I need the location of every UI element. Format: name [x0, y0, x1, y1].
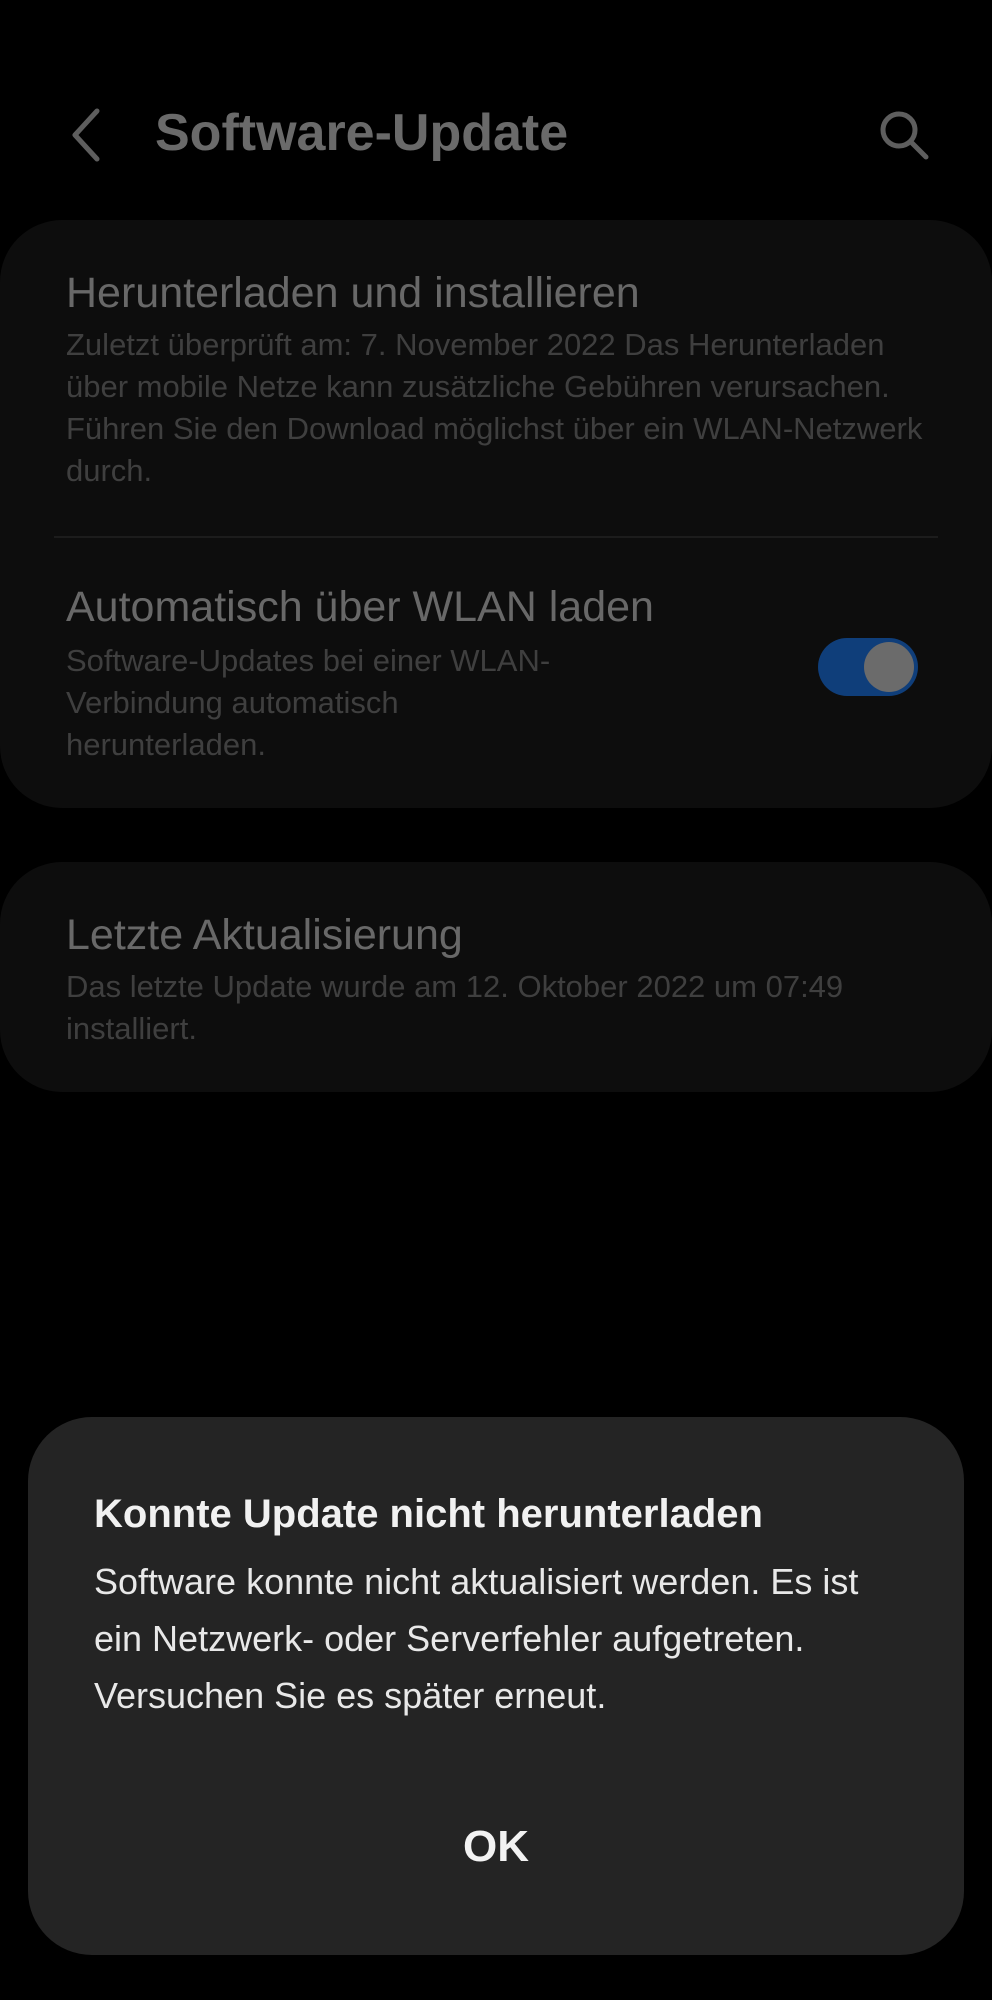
search-button[interactable] — [872, 100, 936, 170]
auto-wifi-toggle[interactable] — [818, 638, 918, 696]
search-icon — [880, 111, 929, 160]
auto-wifi-title: Automatisch über WLAN laden — [66, 583, 654, 631]
auto-wifi-subtitle: Software-Updates bei einer WLAN-Verbindu… — [66, 643, 551, 762]
download-install-subtitle: Zuletzt überprüft am: 7. November 2022 D… — [66, 327, 923, 488]
chevron-left-icon — [72, 108, 100, 162]
update-settings-card: Herunterladen und installieren Zuletzt ü… — [0, 220, 992, 808]
last-update-title: Letzte Aktualisierung — [66, 911, 463, 959]
ok-button[interactable]: OK — [346, 1797, 646, 1897]
page-title: Software-Update — [155, 104, 569, 162]
dialog-title: Konnte Update nicht herunterladen — [94, 1492, 763, 1536]
app-bar: Software-Update — [0, 90, 992, 180]
last-update-subtitle: Das letzte Update wurde am 12. Oktober 2… — [66, 969, 844, 1046]
software-update-screen: Software-Update Herunterladen und instal… — [0, 0, 992, 2000]
error-dialog: Konnte Update nicht herunterladen Softwa… — [28, 1417, 964, 1955]
download-install-title: Herunterladen und installieren — [66, 269, 640, 317]
back-button[interactable] — [58, 100, 114, 170]
dialog-message: Software konnte nicht aktualisiert werde… — [94, 1561, 859, 1716]
last-update-card: Letzte Aktualisierung Das letzte Update … — [0, 862, 992, 1092]
toggle-knob — [864, 642, 914, 692]
divider — [54, 536, 938, 538]
